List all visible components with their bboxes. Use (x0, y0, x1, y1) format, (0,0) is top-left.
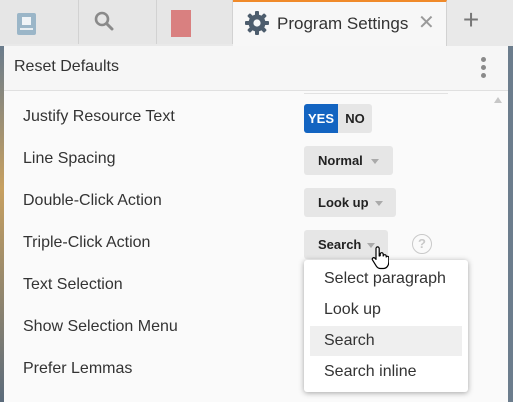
yes-button[interactable]: YES (304, 104, 338, 133)
hand-cursor-icon (371, 246, 389, 270)
no-button[interactable]: NO (338, 104, 372, 133)
tab-search[interactable] (79, 0, 157, 44)
tab-book[interactable] (0, 0, 79, 44)
justify-toggle: YES NO (304, 104, 372, 133)
double-click-dropdown[interactable]: Look up (304, 188, 396, 217)
search-icon (94, 11, 114, 31)
help-icon[interactable]: ? (412, 234, 432, 254)
setting-label-justify: Justify Resource Text (23, 108, 175, 125)
tab-red[interactable] (157, 0, 233, 44)
close-icon[interactable]: ✕ (418, 10, 435, 35)
menu-item-look-up[interactable]: Look up (310, 295, 462, 325)
window-edge (508, 46, 513, 402)
reset-defaults-button[interactable]: Reset Defaults (14, 58, 119, 76)
divider (304, 90, 448, 94)
book-icon (17, 13, 36, 35)
color-swatch-icon (171, 10, 191, 37)
dropdown-value: Normal (318, 153, 363, 168)
chevron-down-icon (375, 201, 383, 206)
setting-label-triple-click: Triple-Click Action (23, 234, 151, 251)
triple-click-options-menu: Select paragraph Look up Search Search i… (304, 260, 468, 392)
tab-bar: Program Settings ✕ + (0, 0, 513, 46)
dropdown-value: Search (318, 237, 362, 252)
menu-item-search[interactable]: Search (310, 326, 462, 356)
setting-label-prefer-lemmas: Prefer Lemmas (23, 360, 133, 377)
setting-label-line-spacing: Line Spacing (23, 150, 116, 167)
gear-icon (245, 11, 269, 35)
new-tab-button[interactable]: + (456, 4, 486, 36)
tab-program-settings[interactable]: Program Settings ✕ (233, 0, 447, 46)
line-spacing-dropdown[interactable]: Normal (304, 146, 393, 175)
menu-item-search-inline[interactable]: Search inline (310, 357, 462, 387)
dropdown-value: Look up (318, 195, 369, 210)
setting-label-show-selection-menu: Show Selection Menu (23, 318, 178, 335)
setting-label-double-click: Double-Click Action (23, 192, 162, 209)
tab-title: Program Settings (277, 14, 409, 33)
more-options-icon[interactable] (478, 57, 488, 81)
settings-panel: Reset Defaults Justify Resource Text YES… (4, 46, 508, 402)
scroll-up-arrow-icon[interactable] (494, 97, 502, 103)
setting-label-text-selection: Text Selection (23, 276, 123, 293)
settings-header: Reset Defaults (4, 46, 508, 91)
chevron-down-icon (371, 159, 379, 164)
